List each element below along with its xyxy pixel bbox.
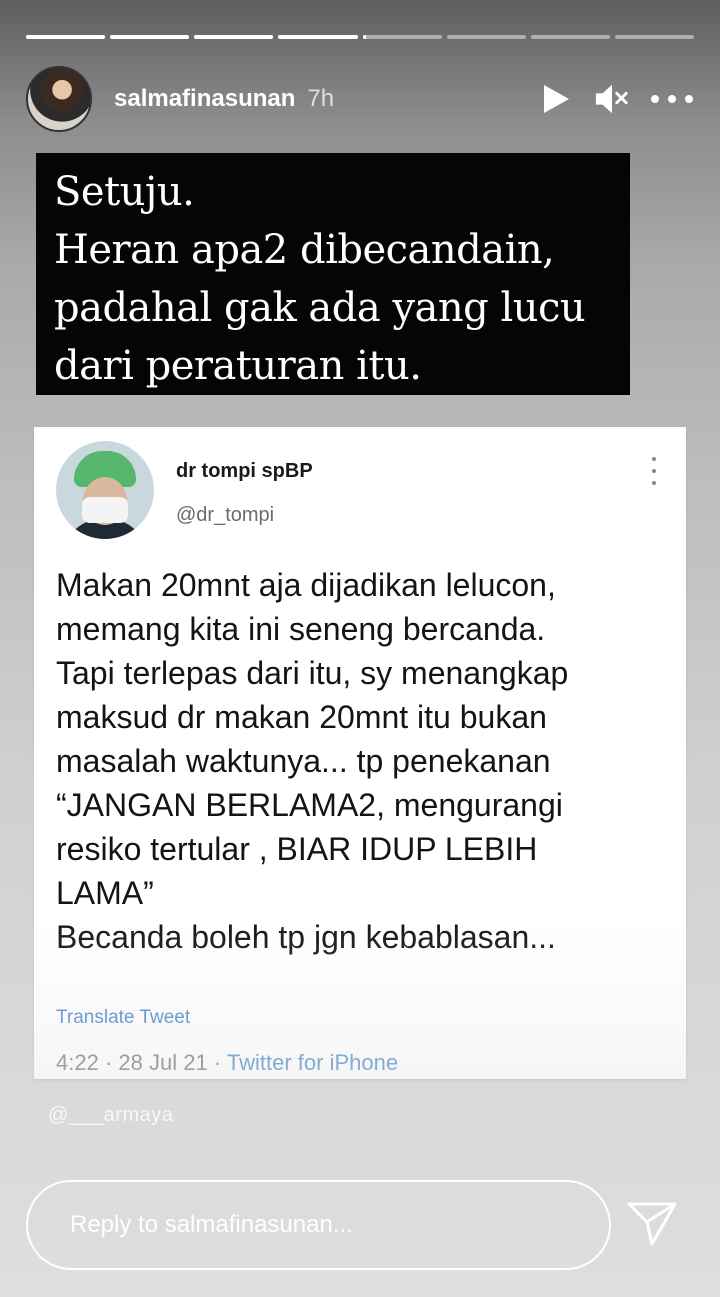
tweet-author-handle: @dr_tompi bbox=[176, 504, 275, 526]
story-header: salmafinasunan 7h bbox=[26, 66, 694, 132]
story-controls bbox=[538, 81, 694, 117]
reply-field[interactable] bbox=[26, 1180, 611, 1270]
progress-segment bbox=[194, 35, 274, 39]
tweet-text-line: LAMA” bbox=[56, 875, 154, 911]
more-vertical-icon bbox=[650, 457, 658, 485]
caption-line: Heran apa2 dibecandain, bbox=[54, 227, 555, 273]
tweet-text-line: Becanda boleh tp jgn kebablasan... bbox=[56, 919, 556, 955]
tweet-meta: 4:22 · 28 Jul 21 · Twitter for iPhone bbox=[56, 1050, 398, 1076]
progress-segment bbox=[614, 35, 694, 39]
tweet-time: 4:22 bbox=[56, 1050, 99, 1075]
tweet-text-line: memang kita ini seneng bercanda. bbox=[56, 611, 546, 647]
speaker-muted-icon[interactable] bbox=[594, 81, 630, 117]
tweet-source: Twitter for iPhone bbox=[226, 1050, 399, 1075]
translate-tweet-link: Translate Tweet bbox=[56, 1007, 191, 1028]
caption-line: padahal gak ada yang lucu bbox=[54, 285, 586, 331]
caption-box: Setuju. Heran apa2 dibecandain, padahal … bbox=[36, 153, 630, 395]
avatar[interactable] bbox=[26, 66, 92, 132]
progress-segment bbox=[446, 35, 526, 39]
more-horizontal-icon[interactable] bbox=[650, 81, 694, 117]
tweet-text-line: Tapi terlepas dari itu, sy menangkap bbox=[56, 655, 569, 691]
play-icon[interactable] bbox=[538, 81, 574, 117]
tweet-text-line: resiko tertular , BIAR IDUP LEBIH bbox=[56, 831, 538, 867]
tweet-avatar bbox=[56, 441, 154, 539]
meta-separator: · bbox=[104, 1050, 113, 1075]
tweet-card[interactable]: dr tompi spBP @dr_tompi Makan 20mnt aja … bbox=[34, 427, 686, 1079]
tweet-author-name: dr tompi spBP bbox=[176, 460, 313, 482]
username[interactable]: salmafinasunan bbox=[114, 85, 295, 113]
progress-segment bbox=[110, 35, 190, 39]
tweet-text-line: maksud dr makan 20mnt itu bukan bbox=[56, 699, 547, 735]
tweet-text: Makan 20mnt aja dijadikan lelucon, meman… bbox=[56, 563, 676, 959]
reply-input[interactable] bbox=[70, 1211, 609, 1239]
progress-segment-current bbox=[362, 35, 442, 39]
progress-segment bbox=[530, 35, 610, 39]
send-icon[interactable] bbox=[624, 1196, 680, 1252]
tweet-date: 28 Jul 21 bbox=[118, 1050, 208, 1075]
meta-separator: · bbox=[213, 1050, 222, 1075]
watermark: @___armaya bbox=[48, 1104, 174, 1126]
progress-segment bbox=[26, 35, 106, 39]
tweet-text-line: “JANGAN BERLAMA2, mengurangi bbox=[56, 787, 563, 823]
progress-segment bbox=[278, 35, 358, 39]
tweet-text-line: Makan 20mnt aja dijadikan lelucon, bbox=[56, 567, 556, 603]
caption-line: Setuju. bbox=[54, 169, 195, 215]
caption-line: dari peraturan itu. bbox=[54, 343, 422, 389]
story-progress-bar bbox=[26, 35, 694, 39]
tweet-text-line: masalah waktunya... tp penekanan bbox=[56, 743, 551, 779]
post-time: 7h bbox=[307, 85, 335, 112]
